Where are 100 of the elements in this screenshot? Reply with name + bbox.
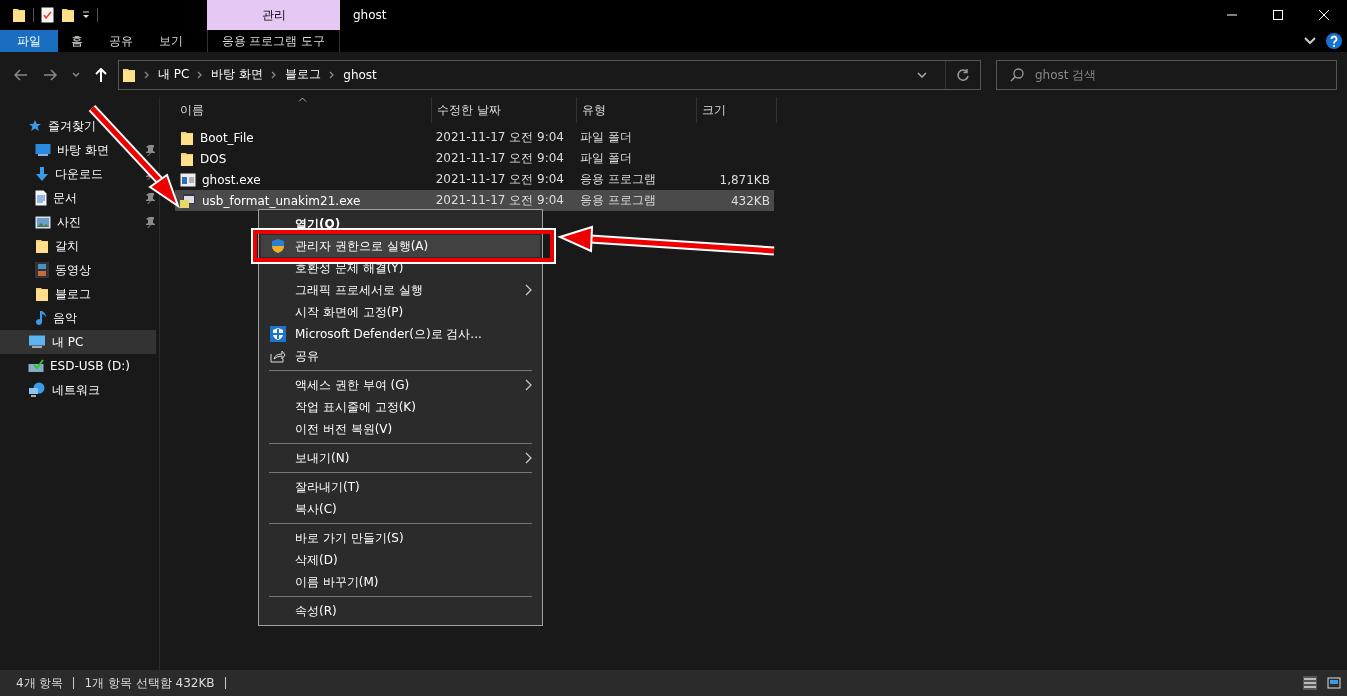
file-row[interactable]: DOS 2021-11-17 오전 9:04 파일 폴더 bbox=[175, 148, 774, 169]
breadcrumb[interactable]: 바탕 화면 bbox=[211, 66, 264, 83]
download-icon bbox=[35, 166, 49, 182]
folder-icon bbox=[61, 7, 75, 23]
nav-item[interactable]: 사진 bbox=[0, 210, 87, 234]
menu-item[interactable]: 그래픽 프로세서로 실행 bbox=[261, 279, 540, 301]
music-note-icon bbox=[35, 310, 47, 326]
nav-item[interactable]: 문서 bbox=[0, 186, 83, 210]
help-icon[interactable] bbox=[1326, 33, 1342, 49]
file-name: usb_format_unakim21.exe bbox=[202, 193, 361, 208]
ribbon-tab[interactable]: 홈 bbox=[58, 30, 96, 52]
column-header[interactable]: 크기 bbox=[697, 97, 777, 123]
up-arrow-icon[interactable] bbox=[95, 67, 107, 82]
close-icon bbox=[1318, 9, 1330, 21]
nav-item[interactable]: 블로그 bbox=[0, 282, 97, 306]
chevron-right-icon[interactable] bbox=[329, 70, 336, 79]
menu-item[interactable]: 속성(R) bbox=[261, 600, 540, 622]
nav-item[interactable]: 다운로드 bbox=[0, 162, 109, 186]
column-header[interactable]: 유형 bbox=[577, 97, 697, 123]
file-name: ghost.exe bbox=[202, 172, 261, 187]
folder-icon bbox=[180, 129, 194, 146]
monitor-icon bbox=[35, 143, 51, 157]
menu-item[interactable]: 이름 바꾸기(M) bbox=[261, 571, 540, 593]
nav-item[interactable]: 즐겨찾기 bbox=[0, 114, 102, 138]
menu-item[interactable]: 잘라내기(T) bbox=[261, 476, 540, 498]
menu-item[interactable]: 시작 화면에 고정(P) bbox=[261, 301, 540, 323]
shield-icon bbox=[270, 326, 286, 342]
ribbon-tab[interactable]: 파일 bbox=[0, 30, 58, 52]
folder-icon bbox=[35, 286, 49, 302]
file-type: 응용 프로그램 bbox=[579, 192, 656, 209]
ribbon-tab[interactable]: 공유 bbox=[96, 30, 146, 52]
nav-item[interactable]: 음악 bbox=[0, 306, 83, 330]
shield-icon bbox=[271, 238, 285, 254]
search-icon bbox=[1010, 67, 1024, 82]
film-icon bbox=[35, 262, 49, 278]
chevron-right-icon[interactable] bbox=[197, 70, 204, 79]
nav-item[interactable]: 네트워크 bbox=[0, 378, 106, 402]
share-icon bbox=[270, 349, 286, 363]
folder-icon bbox=[35, 238, 49, 254]
file-type: 응용 프로그램 bbox=[579, 171, 656, 188]
details-view-icon[interactable] bbox=[1303, 676, 1317, 690]
breadcrumb[interactable]: 내 PC bbox=[158, 66, 190, 83]
nav-item[interactable]: 갈치 bbox=[0, 234, 85, 258]
column-header[interactable]: 이름 bbox=[175, 97, 432, 123]
menu-item[interactable]: 보내기(N) bbox=[261, 447, 540, 469]
thumbnail-view-icon[interactable] bbox=[1327, 676, 1341, 690]
chevron-right-icon[interactable] bbox=[271, 70, 278, 79]
folder-icon bbox=[180, 150, 194, 167]
forward-icon[interactable] bbox=[43, 68, 57, 81]
ribbon-tab[interactable]: 보기 bbox=[146, 30, 196, 52]
window-title: ghost bbox=[353, 8, 387, 22]
chevron-icon[interactable] bbox=[917, 71, 927, 78]
file-row[interactable]: Boot_File 2021-11-17 오전 9:04 파일 폴더 bbox=[175, 127, 774, 148]
ribbon-tab[interactable]: 응용 프로그램 도구 bbox=[207, 30, 340, 52]
maximize-icon bbox=[1272, 9, 1284, 21]
file-type: 파일 폴더 bbox=[579, 150, 632, 167]
nav-item[interactable]: 동영상 bbox=[0, 258, 97, 282]
checklist-icon[interactable] bbox=[41, 7, 54, 23]
nav-item[interactable]: ESD-USB (D:) bbox=[0, 354, 136, 378]
menu-item[interactable]: 삭제(D) bbox=[261, 549, 540, 571]
photo-icon bbox=[35, 215, 51, 229]
selection-info: 1개 항목 선택함 432KB bbox=[84, 674, 215, 692]
file-type: 파일 폴더 bbox=[579, 129, 632, 146]
file-name: Boot_File bbox=[200, 130, 254, 145]
breadcrumb[interactable]: ghost bbox=[343, 67, 377, 82]
menu-item[interactable]: 액세스 권한 부여 (G) bbox=[261, 374, 540, 396]
back-icon[interactable] bbox=[14, 68, 28, 81]
document-icon bbox=[35, 190, 47, 206]
column-header[interactable]: 수정한 날짜 bbox=[432, 97, 577, 123]
window-icon bbox=[180, 172, 196, 187]
computer-icon bbox=[28, 335, 46, 349]
modified-date: 2021-11-17 오전 9:04 bbox=[435, 150, 564, 167]
folder-icon bbox=[122, 66, 136, 83]
modified-date: 2021-11-17 오전 9:04 bbox=[435, 192, 564, 209]
chevron-right-icon[interactable] bbox=[144, 70, 150, 79]
context-tab-header: 관리 bbox=[207, 0, 340, 30]
address-bar[interactable]: 내 PC 바탕 화면 블로그 ghost bbox=[118, 59, 981, 90]
nav-item[interactable]: 바탕 화면 bbox=[0, 138, 115, 162]
refresh-icon[interactable] bbox=[956, 67, 970, 82]
nav-item[interactable]: 내 PC bbox=[0, 330, 156, 354]
chevron-icon[interactable] bbox=[1304, 37, 1316, 45]
customize-dropdown-icon[interactable] bbox=[82, 11, 90, 19]
menu-item[interactable]: 관리자 권한으로 실행(A) bbox=[261, 235, 540, 257]
file-row[interactable]: usb_format_unakim21.exe 2021-11-17 오전 9:04 응용 프로그램 432KB bbox=[175, 190, 774, 211]
menu-item[interactable]: 복사(C) bbox=[261, 498, 540, 520]
star-icon bbox=[28, 119, 42, 133]
menu-item[interactable]: 작업 표시줄에 고정(K) bbox=[261, 396, 540, 418]
menu-item[interactable]: 이전 버전 복원(V) bbox=[261, 418, 540, 440]
menu-item[interactable]: 바로 가기 만들기(S) bbox=[261, 527, 540, 549]
menu-item[interactable]: Microsoft Defender(으)로 검사... bbox=[261, 323, 540, 345]
breadcrumb[interactable]: 블로그 bbox=[285, 66, 322, 83]
file-size: 1,871KB bbox=[719, 172, 770, 187]
search-field[interactable]: ghost 검색 bbox=[996, 59, 1337, 90]
modified-date: 2021-11-17 오전 9:04 bbox=[435, 171, 564, 188]
file-row[interactable]: ghost.exe 2021-11-17 오전 9:04 응용 프로그램 1,871KB bbox=[175, 169, 774, 190]
menu-item[interactable]: 공유 bbox=[261, 345, 540, 367]
chevron-icon[interactable] bbox=[72, 71, 80, 78]
file-size: 432KB bbox=[730, 193, 770, 208]
folder-icon bbox=[12, 7, 26, 23]
item-count: 4개 항목 bbox=[16, 674, 64, 692]
